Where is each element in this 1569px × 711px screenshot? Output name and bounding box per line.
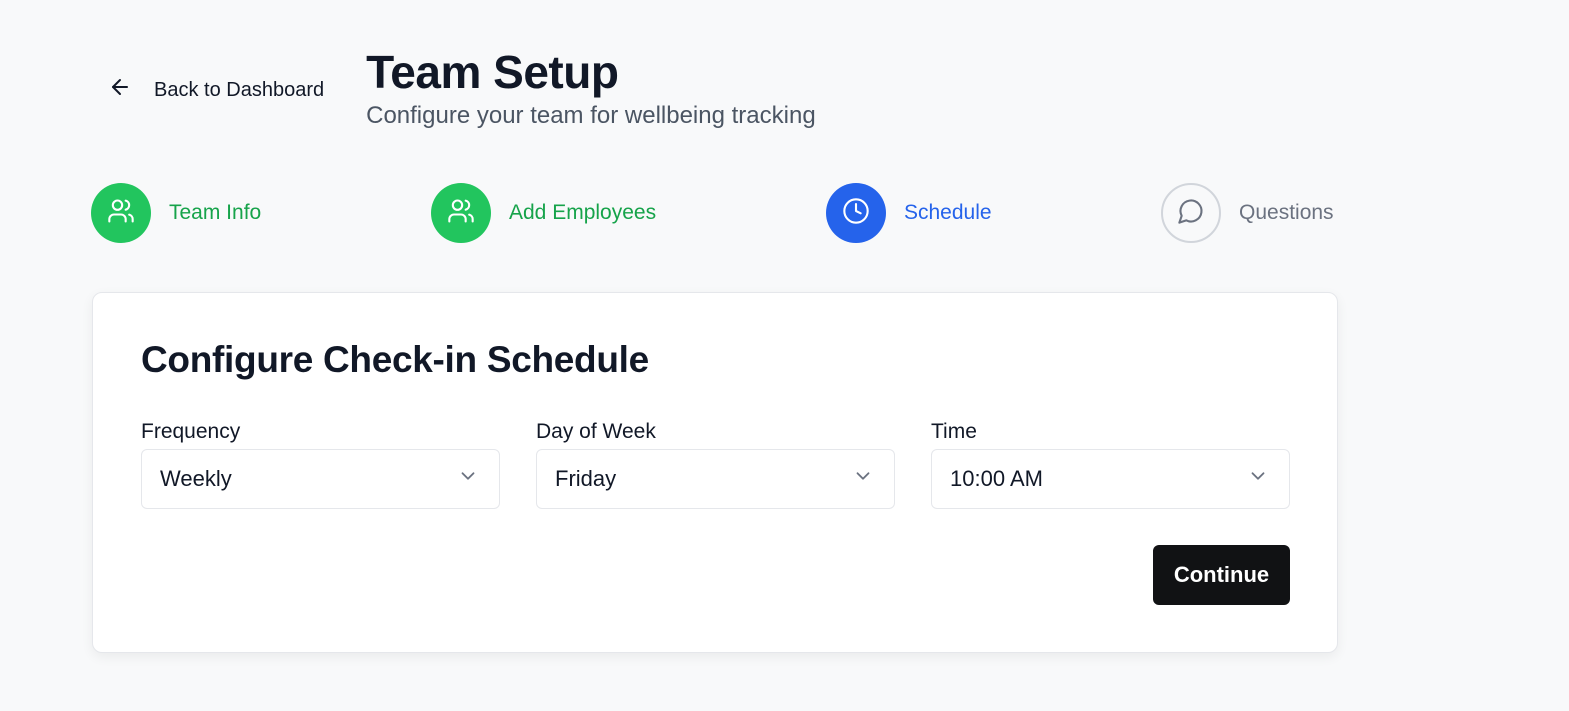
page-header: Back to Dashboard Team Setup Configure y… (92, 46, 816, 130)
step-label: Add Employees (509, 201, 657, 224)
step-label: Team Info (169, 201, 262, 224)
frequency-select[interactable]: Weekly (141, 449, 500, 509)
users-icon (107, 197, 135, 230)
back-button-label: Back to Dashboard (154, 78, 325, 101)
day-of-week-value: Friday (555, 466, 617, 491)
schedule-card: Configure Check-in Schedule Frequency We… (92, 292, 1338, 653)
frequency-field: Frequency Weekly (141, 419, 500, 509)
step-circle (826, 183, 886, 243)
step-label: Questions (1239, 201, 1334, 224)
day-of-week-select[interactable]: Friday (536, 449, 895, 509)
clock-icon (842, 197, 870, 230)
time-label: Time (931, 420, 977, 443)
time-field: Time 10:00 AM (931, 419, 1290, 509)
users-icon (447, 197, 475, 230)
step-circle (91, 183, 151, 243)
step-schedule[interactable]: Schedule (826, 183, 992, 243)
frequency-label: Frequency (141, 420, 241, 443)
step-circle (431, 183, 491, 243)
continue-button[interactable]: Continue (1153, 545, 1290, 605)
page-subtitle: Configure your team for wellbeing tracki… (366, 102, 816, 129)
setup-stepper: Team Info Add Employees Schedule Questio… (91, 183, 1339, 243)
back-to-dashboard-button[interactable]: Back to Dashboard (92, 70, 338, 110)
day-of-week-field: Day of Week Friday (536, 419, 895, 509)
step-circle (1161, 183, 1221, 243)
step-add-employees[interactable]: Add Employees (431, 183, 656, 243)
arrow-left-icon (108, 75, 132, 105)
chevron-down-icon (1247, 465, 1269, 493)
title-block: Team Setup Configure your team for wellb… (366, 46, 816, 130)
step-questions[interactable]: Questions (1161, 183, 1334, 243)
page-title: Team Setup (366, 46, 619, 98)
frequency-value: Weekly (160, 466, 232, 491)
day-of-week-label: Day of Week (536, 420, 656, 443)
time-select[interactable]: 10:00 AM (931, 449, 1290, 509)
step-label: Schedule (904, 201, 992, 224)
message-circle-icon (1177, 197, 1205, 230)
time-value: 10:00 AM (950, 466, 1043, 491)
step-team-info[interactable]: Team Info (91, 183, 261, 243)
chevron-down-icon (852, 465, 874, 493)
card-title: Configure Check-in Schedule (141, 339, 649, 380)
chevron-down-icon (457, 465, 479, 493)
